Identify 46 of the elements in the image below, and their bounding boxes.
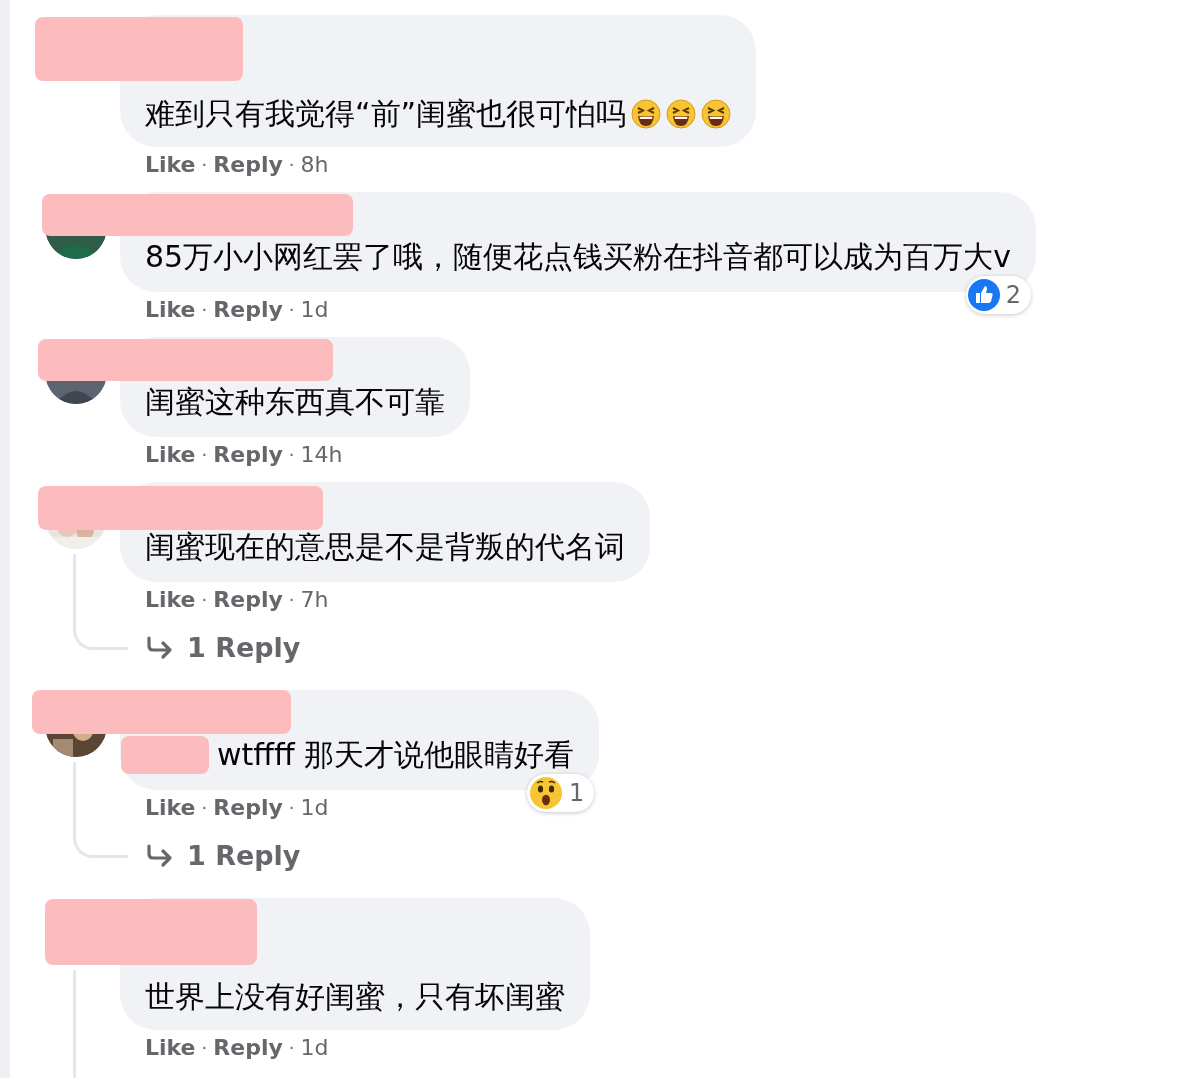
like-link[interactable]: Like bbox=[145, 1035, 196, 1061]
view-replies-link[interactable]: 1 Reply bbox=[145, 839, 301, 873]
reaction-count: 1 bbox=[568, 779, 585, 807]
reply-link[interactable]: Reply bbox=[213, 795, 283, 821]
separator-dot: · bbox=[288, 1036, 295, 1060]
separator-dot: · bbox=[201, 588, 208, 612]
reply-link[interactable]: Reply bbox=[213, 442, 283, 468]
separator-dot: · bbox=[288, 298, 295, 322]
reply-link[interactable]: Reply bbox=[213, 587, 283, 613]
timestamp[interactable]: 8h bbox=[300, 152, 329, 178]
separator-dot: · bbox=[201, 153, 208, 177]
timestamp[interactable]: 1d bbox=[300, 795, 329, 821]
separator-dot: · bbox=[201, 796, 208, 820]
like-link[interactable]: Like bbox=[145, 442, 196, 468]
like-link[interactable]: Like bbox=[145, 587, 196, 613]
reply-link[interactable]: Reply bbox=[213, 297, 283, 323]
timestamp[interactable]: 14h bbox=[300, 442, 343, 468]
timestamp[interactable]: 1d bbox=[300, 297, 329, 323]
reaction-badge[interactable]: 1 bbox=[526, 774, 595, 812]
comment-text: 难到只有我觉得“前”闺蜜也很可怕吗 bbox=[145, 95, 627, 133]
comment-text: 闺蜜这种东西真不可靠 bbox=[145, 383, 445, 421]
separator-dot: · bbox=[288, 796, 295, 820]
separator-dot: · bbox=[288, 443, 295, 467]
reaction-count: 2 bbox=[1005, 281, 1021, 309]
separator-dot: · bbox=[201, 298, 208, 322]
like-link[interactable]: Like bbox=[145, 152, 196, 178]
comment-text: wtffff 那天才说他眼睛好看 bbox=[217, 736, 575, 774]
view-replies-link[interactable]: 1 Reply bbox=[145, 631, 301, 665]
separator-dot: · bbox=[201, 443, 208, 467]
surprised-face-icon bbox=[528, 776, 563, 810]
reply-arrow-icon bbox=[145, 636, 173, 660]
comment-text: 世界上没有好闺蜜，只有坏闺蜜 bbox=[145, 978, 565, 1016]
reply-link[interactable]: Reply bbox=[213, 152, 283, 178]
like-link[interactable]: Like bbox=[145, 297, 196, 323]
separator-dot: · bbox=[288, 153, 295, 177]
timestamp[interactable]: 7h bbox=[300, 587, 329, 613]
separator-dot: · bbox=[288, 588, 295, 612]
reply-arrow-icon bbox=[145, 844, 173, 868]
thumbs-up-icon bbox=[967, 279, 1000, 311]
timestamp[interactable]: 1d bbox=[300, 1035, 329, 1061]
comment-text: 闺蜜现在的意思是不是背叛的代名词 bbox=[145, 528, 625, 566]
reaction-badge[interactable]: 2 bbox=[965, 276, 1031, 314]
like-link[interactable]: Like bbox=[145, 795, 196, 821]
comment-text: 85万小小网红罢了哦，随便花点钱买粉在抖音都可以成为百万大v bbox=[145, 238, 1011, 276]
reply-link[interactable]: Reply bbox=[213, 1035, 283, 1061]
separator-dot: · bbox=[201, 1036, 208, 1060]
